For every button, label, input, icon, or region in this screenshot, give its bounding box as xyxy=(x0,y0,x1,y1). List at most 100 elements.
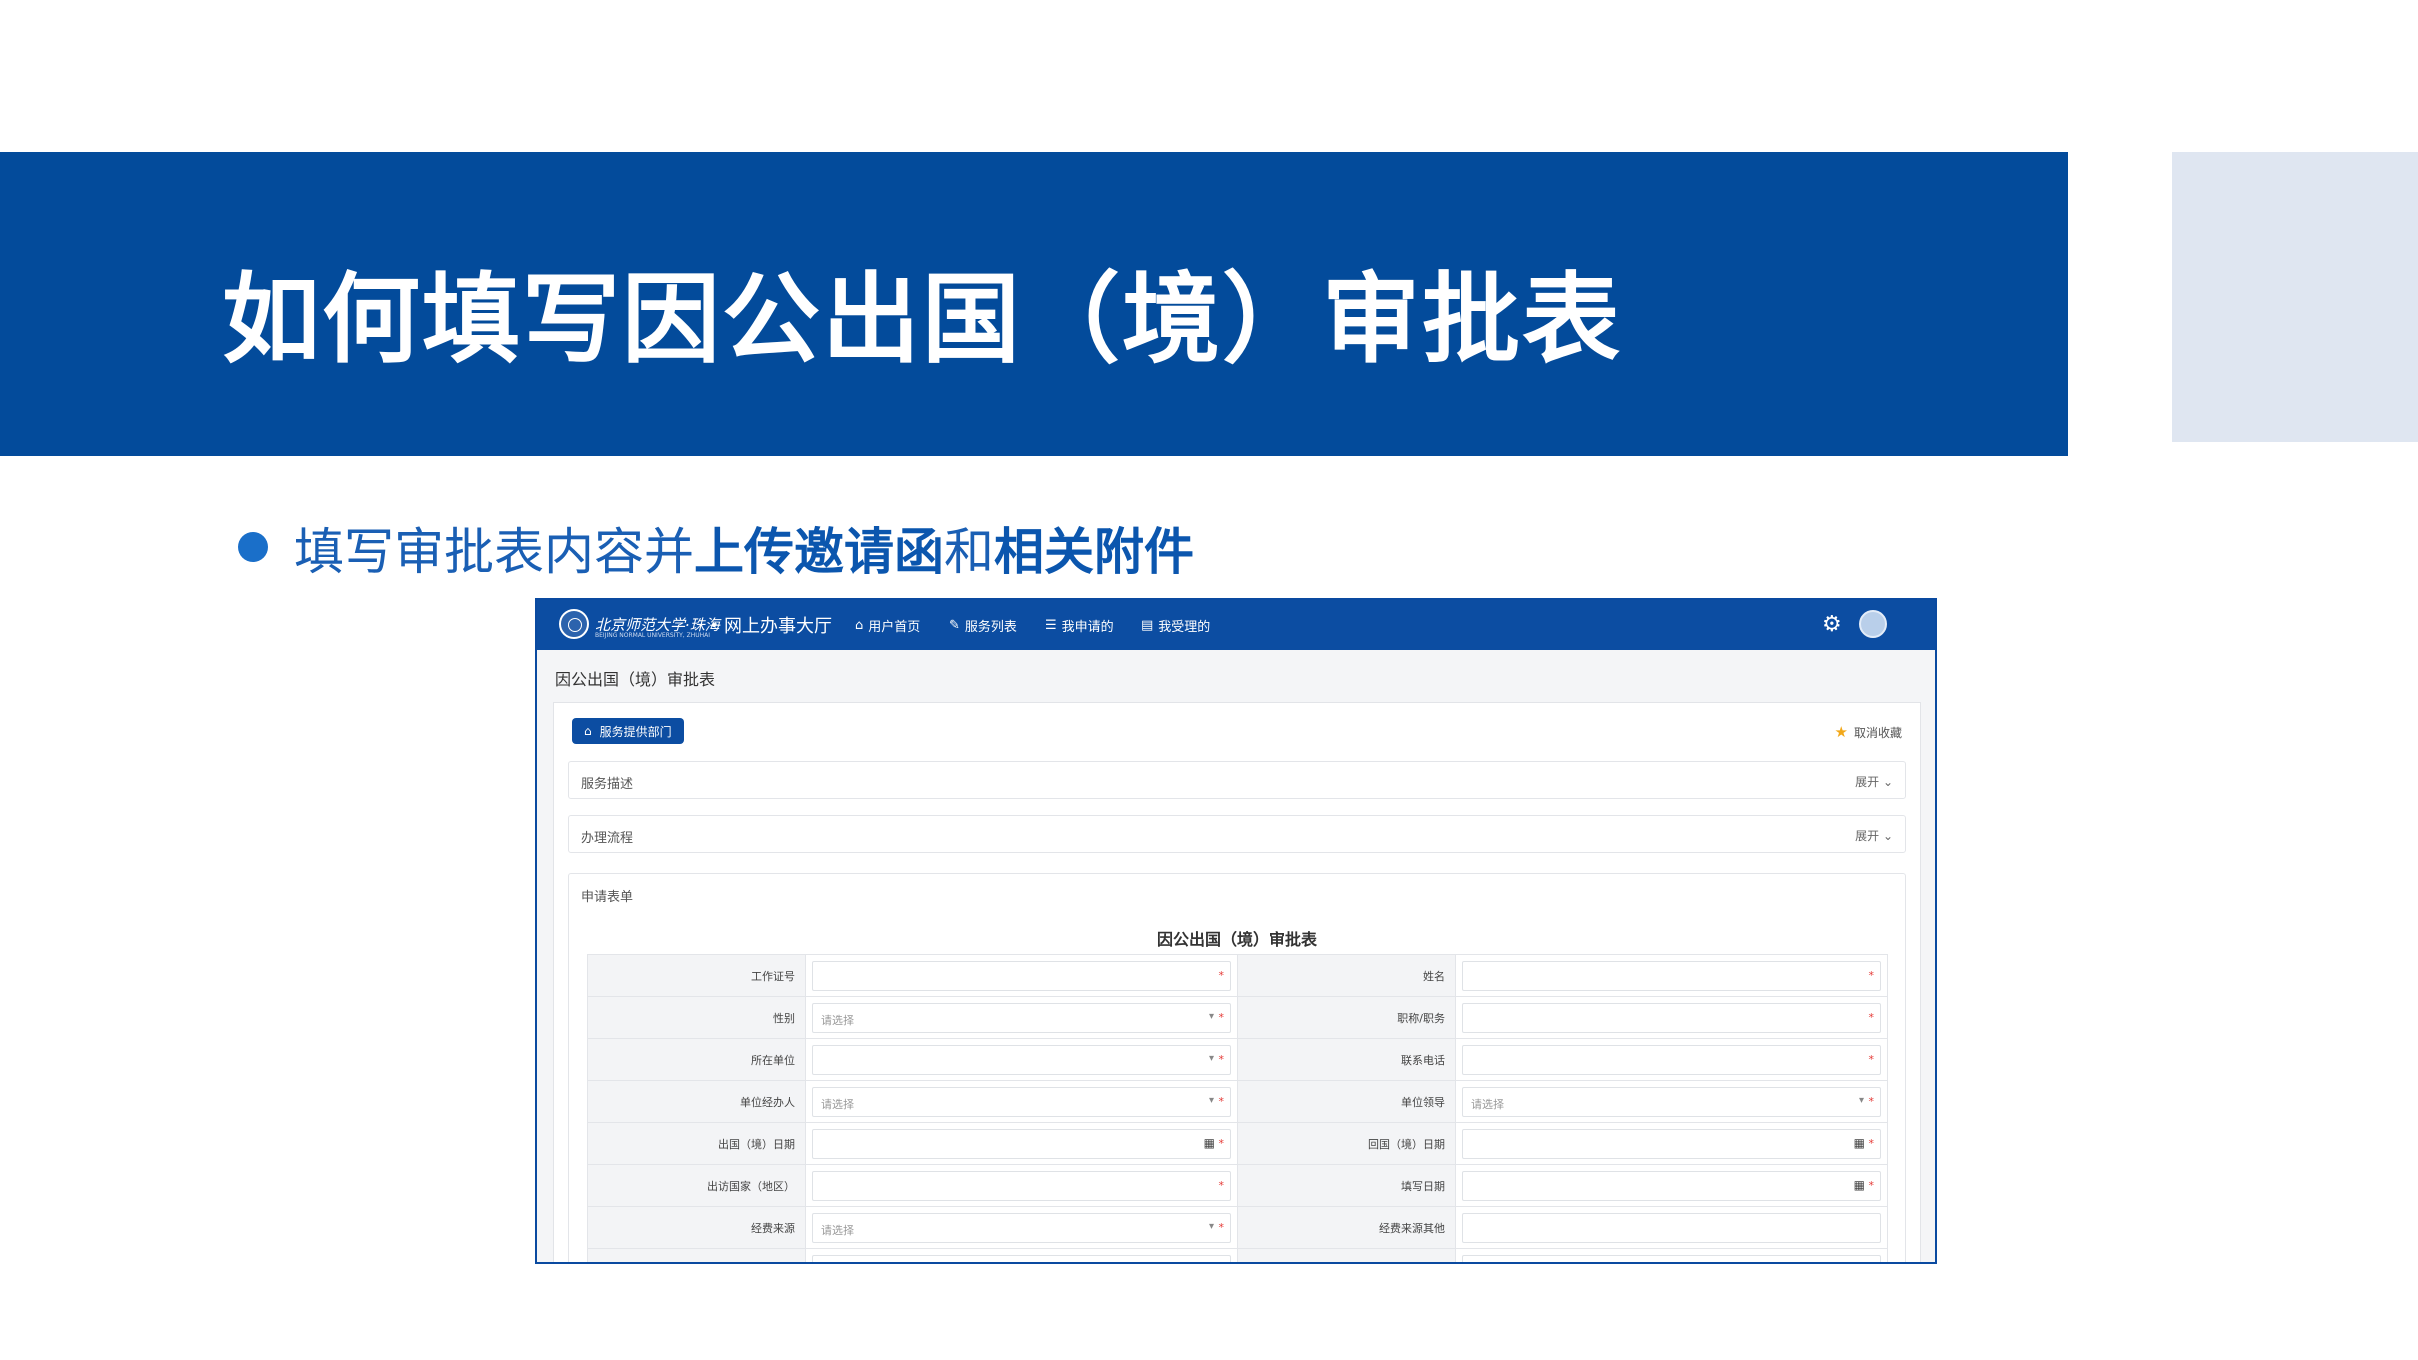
bullet-part-2: 上传邀请函 xyxy=(694,523,944,581)
service-provider-label: 服务提供部门 xyxy=(599,724,672,739)
bullet-text: 填写审批表内容并上传邀请函和相关附件 xyxy=(294,512,1194,584)
bullet-part-3: 和 xyxy=(944,523,994,581)
required-asterisk-icon: * xyxy=(1218,1010,1225,1024)
chevron-down-icon: ▾ xyxy=(1208,1052,1214,1064)
select[interactable]: 请选择▾* xyxy=(812,1254,1231,1262)
select[interactable]: 请选择 ▾ * xyxy=(812,1086,1231,1117)
form-row: 性别 请选择 ▾ * 职称/职务 * xyxy=(587,996,1888,1039)
star-icon: ★ xyxy=(1834,723,1848,741)
service-panel: ⌂ 服务提供部门 ★ 取消收藏 服务描述 展开 ⌄ 办理流程 展开 ⌄ 申请表单… xyxy=(553,702,1921,1262)
text-input[interactable]: * xyxy=(1462,1002,1881,1033)
bullet-dot-icon xyxy=(238,532,268,562)
required-asterisk-icon: * xyxy=(1868,1052,1875,1066)
unfavorite-label: 取消收藏 xyxy=(1853,725,1902,740)
field-cell: ▾ * xyxy=(805,1038,1238,1081)
required-asterisk-icon: * xyxy=(1868,968,1875,982)
nav-my-handled[interactable]: ▤ 我受理的 xyxy=(1141,615,1210,635)
required-asterisk-icon: * xyxy=(1218,1220,1225,1234)
field-value: 请选择 xyxy=(1471,1097,1504,1111)
text-input[interactable] xyxy=(1462,1254,1881,1262)
field-label: 职称/职务 xyxy=(1237,996,1456,1039)
select[interactable]: 请选择 ▾ * xyxy=(812,1002,1231,1033)
date-input[interactable]: ▦ * xyxy=(812,1128,1231,1159)
field-label: 工作证号 xyxy=(587,954,806,997)
app-screenshot: 北京师范大学·珠海 BEIJING NORMAL UNIVERSITY, ZHU… xyxy=(535,598,1937,1264)
required-asterisk-icon: * xyxy=(1218,1052,1225,1066)
chevron-down-icon: ▾ xyxy=(1208,1010,1214,1022)
field-cell: * xyxy=(805,1164,1238,1207)
field-label: 单位领导 xyxy=(1237,1080,1456,1123)
nav-my-applications[interactable]: ☰ 我申请的 xyxy=(1045,615,1114,635)
process-flow-section[interactable]: 办理流程 展开 ⌄ xyxy=(568,815,1906,853)
building-icon: ⌂ xyxy=(584,724,592,738)
required-asterisk-icon: * xyxy=(1218,968,1225,982)
nav-label: 我受理的 xyxy=(1158,619,1211,635)
field-cell: 请选择▾* xyxy=(805,1248,1238,1262)
required-asterisk-icon: * xyxy=(1218,1094,1225,1108)
select[interactable]: ▾ * xyxy=(812,1044,1231,1075)
text-input[interactable] xyxy=(1462,1212,1881,1243)
field-cell: * xyxy=(1455,954,1888,997)
required-asterisk-icon: * xyxy=(1868,1178,1875,1192)
form-row: 出国（境）日期 ▦ * 回国（境）日期 ▦ * xyxy=(587,1122,1888,1165)
text-input[interactable]: * xyxy=(1462,1044,1881,1075)
field-value: 请选择 xyxy=(821,1013,854,1027)
service-provider-button[interactable]: ⌂ 服务提供部门 xyxy=(572,718,684,744)
application-form-table: 工作证号 * 姓名 * 性别 请选择 ▾ * 职称/职务 * 所在单位 ▾ * 联系电话 * 单位经办人 请选择… xyxy=(587,954,1888,1262)
field-cell: 请选择 ▾ * xyxy=(805,996,1238,1039)
form-row: 所在单位 ▾ * 联系电话 * xyxy=(587,1038,1888,1081)
section-label: 办理流程 xyxy=(581,831,634,846)
field-cell xyxy=(1455,1248,1888,1262)
field-value: 请选择 xyxy=(821,1097,854,1111)
app-top-bar: 北京师范大学·珠海 BEIJING NORMAL UNIVERSITY, ZHU… xyxy=(537,600,1935,650)
field-label: 联系电话 xyxy=(1237,1038,1456,1081)
field-label: 出国（境）日期 xyxy=(587,1122,806,1165)
expand-toggle[interactable]: 展开 ⌄ xyxy=(1855,827,1893,844)
field-label: 性别 xyxy=(587,996,806,1039)
inbox-icon: ▤ xyxy=(1141,617,1154,633)
field-value: 请选择 xyxy=(821,1223,854,1237)
calendar-icon[interactable]: ▦ xyxy=(1204,1136,1215,1150)
field-label: 填写日期 xyxy=(1237,1164,1456,1207)
chevron-down-icon: ▾ xyxy=(1858,1094,1864,1106)
text-input[interactable]: * xyxy=(812,960,1231,991)
separator-dot xyxy=(712,623,716,627)
date-input[interactable]: ▦ * xyxy=(1462,1128,1881,1159)
university-seal-icon[interactable] xyxy=(559,609,589,639)
date-input[interactable]: ▦ * xyxy=(1462,1170,1881,1201)
side-decoration xyxy=(2172,152,2418,442)
service-description-section[interactable]: 服务描述 展开 ⌄ xyxy=(568,761,1906,799)
field-cell: ▦ * xyxy=(1455,1122,1888,1165)
field-cell: * xyxy=(805,954,1238,997)
nav-user-home[interactable]: ⌂ 用户首页 xyxy=(855,615,920,635)
expand-toggle[interactable]: 展开 ⌄ xyxy=(1855,773,1893,790)
text-input[interactable]: * xyxy=(1462,960,1881,991)
field-label: 出访活动类别其他 xyxy=(1237,1248,1456,1262)
field-label: 经费来源 xyxy=(587,1206,806,1249)
hall-name[interactable]: 网上办事大厅 xyxy=(724,612,832,638)
home-icon: ⌂ xyxy=(855,617,864,633)
field-label: 姓名 xyxy=(1237,954,1456,997)
field-cell: * xyxy=(1455,1038,1888,1081)
required-asterisk-icon: * xyxy=(1218,1136,1225,1150)
nav-service-list[interactable]: ✎ 服务列表 xyxy=(949,615,1017,635)
unfavorite-button[interactable]: ★ 取消收藏 xyxy=(1835,723,1902,741)
list-icon: ☰ xyxy=(1045,617,1057,633)
nav-label: 服务列表 xyxy=(964,619,1017,635)
page-heading: 因公出国（境）审批表 xyxy=(555,670,716,689)
chevron-down-icon: ▾ xyxy=(1208,1094,1214,1106)
slide-title: 如何填写因公出国（境）审批表 xyxy=(222,263,1623,377)
application-form-section: 申请表单 因公出国（境）审批表 工作证号 * 姓名 * 性别 请选择 ▾ * 职称/职务 * 所在单… xyxy=(568,873,1906,1262)
field-cell: * xyxy=(1455,996,1888,1039)
form-row: 单位经办人 请选择 ▾ * 单位领导 请选择 ▾ * xyxy=(587,1080,1888,1123)
calendar-icon[interactable]: ▦ xyxy=(1854,1178,1865,1192)
field-label: 出访国家（地区） xyxy=(587,1164,806,1207)
calendar-icon[interactable]: ▦ xyxy=(1854,1136,1865,1150)
user-avatar[interactable] xyxy=(1859,610,1887,638)
text-input[interactable]: * xyxy=(812,1170,1231,1201)
form-row: 经费来源 请选择 ▾ * 经费来源其他 xyxy=(587,1206,1888,1249)
field-cell: 请选择▾* xyxy=(1455,1080,1888,1123)
select[interactable]: 请选择▾* xyxy=(1462,1086,1881,1117)
select[interactable]: 请选择▾* xyxy=(812,1212,1231,1243)
settings-gear-icon[interactable]: ⚙ xyxy=(1822,612,1842,637)
